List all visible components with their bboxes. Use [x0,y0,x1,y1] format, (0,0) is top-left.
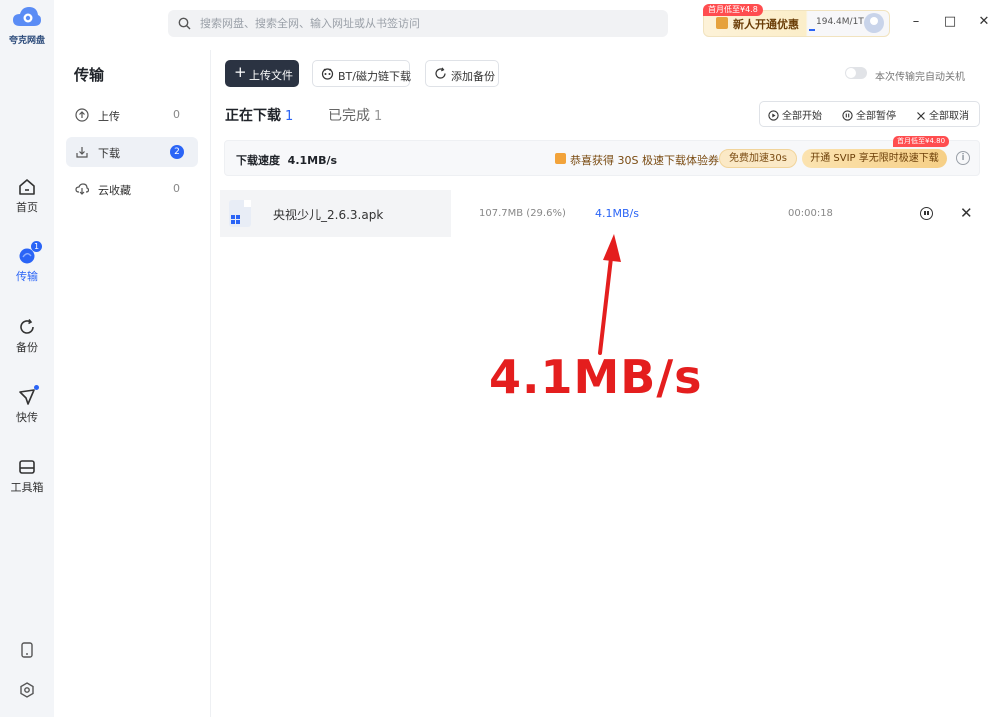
rail-item-toolbox[interactable]: 工具箱 [0,458,54,495]
sidebar-item-download-label: 下载 [98,147,120,160]
rail-item-home[interactable]: 首页 [0,178,54,215]
home-icon [19,179,35,195]
start-all-button[interactable]: 全部开始 [768,107,822,122]
rail-label-home: 首页 [16,201,38,214]
apk-file-icon [229,200,251,227]
storage-usage-bar [809,29,815,31]
add-backup-button[interactable]: 添加备份 [425,60,499,87]
free-boost-button[interactable]: 免费加速30s [719,149,797,168]
windows-icon [231,215,240,224]
phone-icon[interactable] [18,641,36,659]
rail-item-quick-send[interactable]: 快传 [0,385,54,425]
tab-completed-count: 1 [374,109,383,124]
upload-count: 0 [173,108,180,121]
transfer-title: 传输 [74,66,105,84]
auto-shutdown-label: 本次传输完自动关机 [875,72,965,83]
toolbox-icon [19,460,35,474]
magnet-icon [321,68,334,80]
pause-circle-icon [842,110,853,121]
speed-label: 下载速度 [236,154,280,167]
avatar[interactable] [864,13,884,33]
sidebar-item-upload[interactable]: 上传 0 [66,100,198,130]
refresh-icon [435,67,446,79]
tab-downloading-label: 正在下载 [225,108,281,124]
annotation-arrow [598,234,621,355]
file-name: 央视少儿_2.6.3.apk [273,208,384,222]
sidebar-item-cloud-save-label: 云收藏 [98,184,131,197]
upload-icon [75,108,89,122]
search-icon [178,17,191,30]
sidebar-item-cloud-save[interactable]: 云收藏 0 [66,174,198,204]
app-name: 夸克网盘 [8,36,45,46]
pause-all-button[interactable]: 全部暂停 [842,107,896,122]
plus-icon: + [234,63,247,81]
play-circle-icon [768,110,779,121]
add-backup-label: 添加备份 [451,70,495,83]
transfer-badge: 1 [31,241,42,252]
rail-item-transfer[interactable]: 1 传输 [0,241,54,284]
pause-button[interactable] [920,207,933,220]
upload-file-button[interactable]: + 上传文件 [225,60,299,87]
download-icon [76,147,88,158]
time-remaining: 00:00:18 [788,208,833,219]
file-size: 107.7MB (29.6%) [479,208,566,219]
speed-summary: 下载速度 4.1MB/s [236,152,337,168]
info-icon[interactable]: i [956,151,970,165]
rail-label-quick-send: 快传 [16,411,38,424]
annotation-label: 4.1MB/s [489,350,703,404]
maximize-button[interactable]: □ [942,14,958,30]
auto-shutdown-toggle[interactable] [845,67,867,79]
rail-item-backup[interactable]: 备份 [0,318,54,355]
cloud-save-count: 0 [173,182,180,195]
close-icon [917,112,925,120]
minimize-button[interactable]: – [908,14,924,30]
rail-label-backup: 备份 [16,341,38,354]
speed-value: 4.1MB/s [287,154,338,167]
download-speed-bar: 下载速度 4.1MB/s 恭喜获得 30S 极速下载体验券 免费加速30s 开通… [224,136,980,176]
promo-price-tag: 首月低至¥4.8 [703,4,763,16]
send-icon [19,389,35,405]
file-speed: 4.1MB/s [595,207,639,220]
bt-download-button[interactable]: BT/磁力链下载 [312,60,411,87]
quick-send-dot [34,385,39,390]
tab-completed-label: 已完成 [328,108,370,124]
search-box[interactable] [168,10,668,37]
start-all-label: 全部开始 [782,111,822,122]
speed-coupon-text: 恭喜获得 30S 极速下载体验券 [570,154,719,167]
storage-text: 194.4M/1T [816,17,864,27]
svip-button[interactable]: 开通 SVIP 享无限时极速下载 [802,149,947,168]
search-input[interactable] [200,14,650,33]
rail-label-toolbox: 工具箱 [10,481,44,494]
backup-icon [20,319,34,334]
close-window-button[interactable]: ✕ [976,14,992,30]
svip-price-tag: 首月低至¥4.80 [893,136,950,147]
pause-all-label: 全部暂停 [856,111,896,122]
bulk-actions: 全部开始 全部暂停 全部取消 [759,101,980,127]
transfer-sidebar: 传输 上传 0 下载 2 云收藏 0 [54,50,211,717]
tab-downloading-count: 1 [285,109,294,124]
cloud-save-icon [75,183,89,195]
bt-download-label: BT/磁力链下载 [338,70,411,83]
left-rail: 夸克网盘 首页 1 传输 备份 快传 工具箱 [0,0,54,717]
settings-icon[interactable] [18,681,36,699]
gift-icon [716,17,728,29]
cancel-all-button[interactable]: 全部取消 [916,107,969,122]
sidebar-item-upload-label: 上传 [98,110,120,123]
promo-text[interactable]: 新人开通优惠 [733,16,799,32]
rail-label-transfer: 传输 [16,270,38,283]
cloud-logo-icon [13,7,41,26]
app-logo[interactable]: 夸克网盘 [8,6,46,46]
sidebar-item-download[interactable]: 下载 2 [66,137,198,167]
tab-downloading[interactable]: 正在下载 1 [225,105,293,125]
cancel-all-label: 全部取消 [929,111,969,122]
cancel-download-button[interactable]: ✕ [960,204,973,222]
coupon-icon [555,153,566,164]
upload-file-label: 上传文件 [249,69,293,82]
download-count-badge: 2 [170,145,184,159]
tab-completed[interactable]: 已完成 1 [328,105,382,125]
